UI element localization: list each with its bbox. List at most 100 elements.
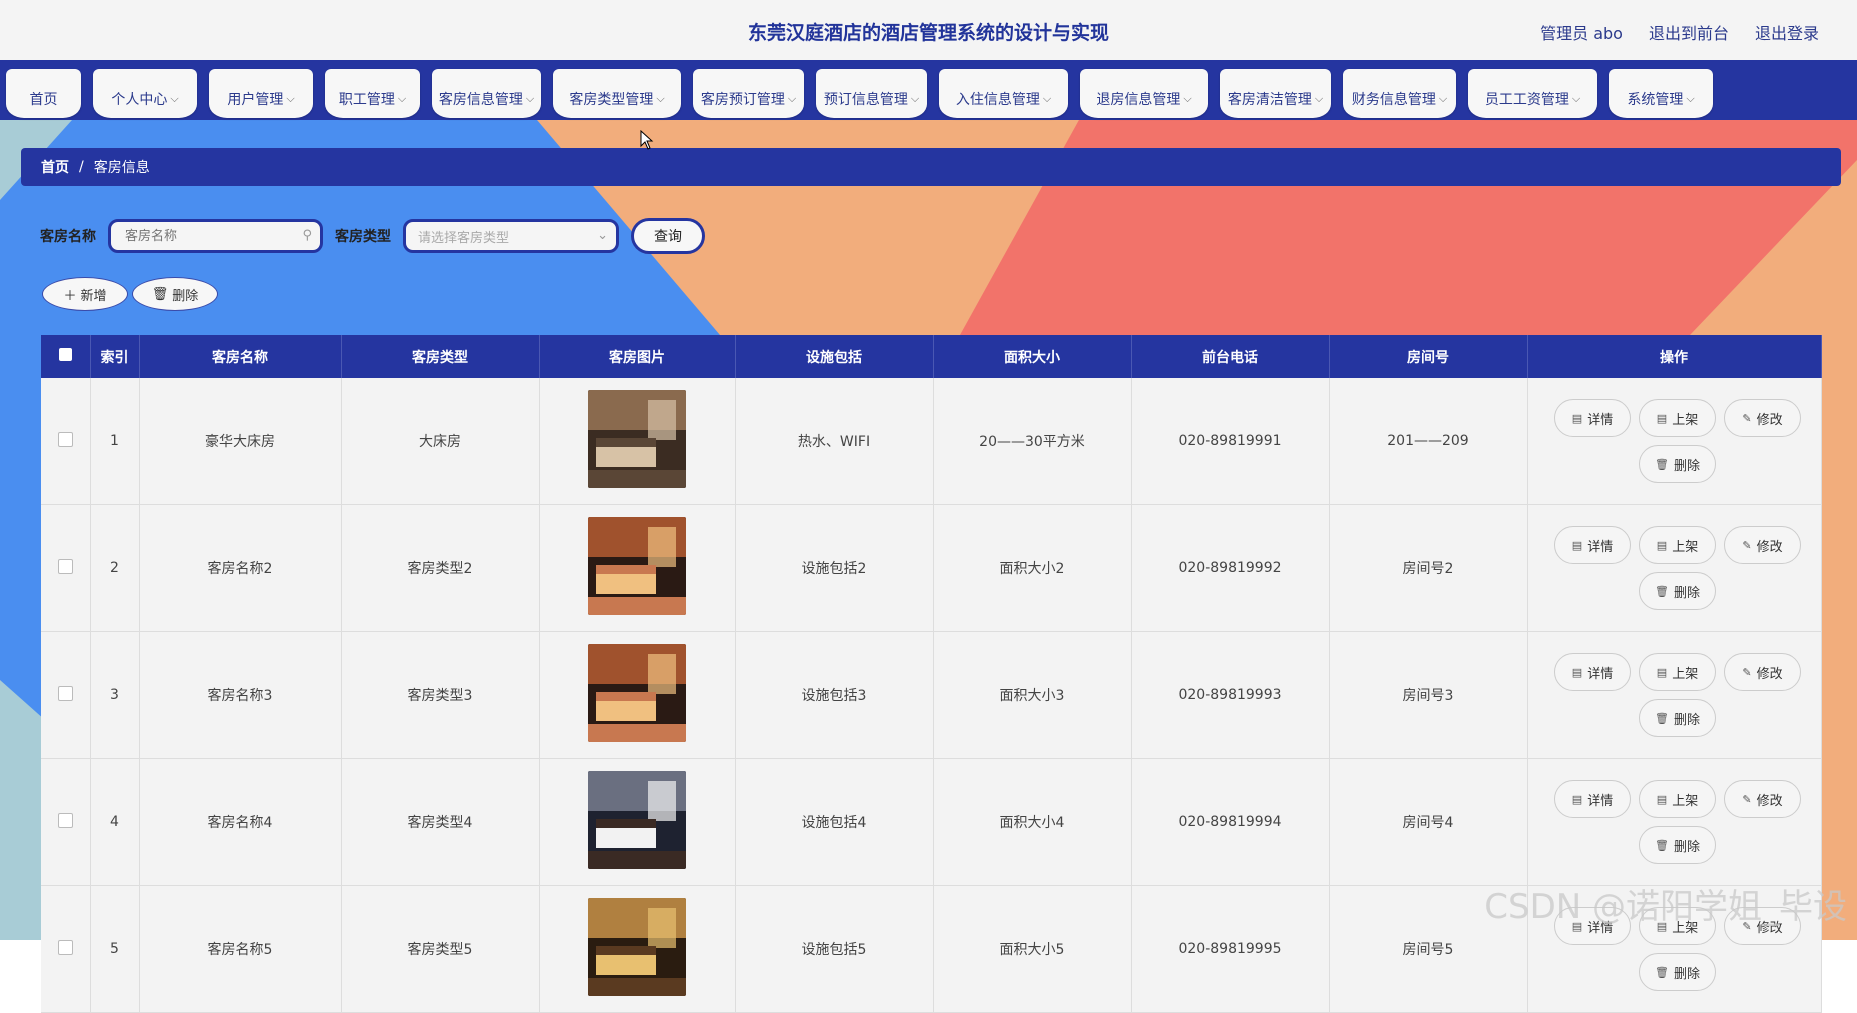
detail-label: 详情: [1587, 412, 1614, 428]
room-name-cell: 客房名称3: [139, 631, 342, 759]
breadcrumb-home[interactable]: 首页: [41, 157, 69, 177]
room-type-select[interactable]: 请选择客房类型 ⌄: [403, 219, 619, 253]
room-photo[interactable]: [588, 517, 686, 615]
delete-button[interactable]: 🗑 删除: [1639, 445, 1716, 483]
chevron-down-icon: ⌵: [1314, 91, 1324, 105]
column-header: 前台电话: [1131, 335, 1330, 378]
delete-button[interactable]: 🗑 删除: [1639, 699, 1716, 737]
table-row: 1 豪华大床房 大床房 热水、WIFI 20——30平方米 020-89819991 201…: [41, 378, 1822, 505]
facilities-cell: 设施包括4: [735, 758, 934, 886]
operations-cell: ▤ 详情 ▤ 上架 ✎ 修改 🗑 删除: [1527, 504, 1822, 632]
operations-cell: ▤ 详情 ▤ 上架 ✎ 修改 🗑 删除: [1527, 631, 1822, 759]
nav-tab[interactable]: 员工工资管理 ⌵: [1468, 69, 1597, 118]
nav-tab[interactable]: 退房信息管理 ⌵: [1080, 69, 1208, 118]
document-icon: ▤: [1656, 411, 1668, 425]
nav-tab-label: 客房清洁管理: [1227, 91, 1312, 108]
search-bar: 客房名称 ⚲ 客房类型 请选择客房类型 ⌄ 查询: [40, 217, 705, 255]
publish-button[interactable]: ▤ 上架: [1639, 780, 1716, 818]
detail-button[interactable]: ▤ 详情: [1554, 526, 1631, 564]
phone-cell: 020-89819992: [1131, 504, 1330, 632]
facilities-cell: 设施包括3: [735, 631, 934, 759]
delete-button[interactable]: 🗑 删除: [1639, 572, 1716, 610]
row-checkbox[interactable]: [57, 558, 73, 574]
area-cell: 面积大小3: [933, 631, 1132, 759]
nav-tab[interactable]: 系统管理 ⌵: [1609, 69, 1713, 118]
room-image-cell: [539, 631, 736, 759]
room-number-cell: 房间号3: [1329, 631, 1528, 759]
nav-tab[interactable]: 预订信息管理 ⌵: [816, 69, 927, 118]
room-photo[interactable]: [588, 644, 686, 742]
room-type-cell: 客房类型4: [341, 758, 540, 886]
chevron-down-icon: ⌵: [656, 91, 665, 105]
nav-tab-label: 退房信息管理: [1096, 91, 1181, 108]
logout-link[interactable]: 退出登录: [1755, 20, 1819, 44]
room-image-cell: [539, 378, 736, 505]
detail-button[interactable]: ▤ 详情: [1554, 780, 1631, 818]
document-icon: ▤: [1571, 538, 1583, 552]
edit-button[interactable]: ✎ 修改: [1724, 399, 1801, 437]
query-button[interactable]: 查询: [631, 218, 705, 254]
exit-to-frontend-link[interactable]: 退出到前台: [1649, 20, 1729, 44]
detail-button[interactable]: ▤ 详情: [1554, 653, 1631, 691]
nav-tab-label: 职工管理: [338, 91, 395, 108]
nav-tab[interactable]: 客房类型管理 ⌵: [553, 69, 681, 118]
row-checkbox[interactable]: [57, 939, 73, 955]
room-type-label: 客房类型: [335, 229, 391, 245]
delete-button[interactable]: 🗑 删除: [1639, 953, 1716, 991]
room-name-label: 客房名称: [40, 229, 96, 245]
nav-tab[interactable]: 客房清洁管理 ⌵: [1220, 69, 1331, 118]
nav-tab[interactable]: 入住信息管理 ⌵: [939, 69, 1068, 118]
edit-label: 修改: [1756, 412, 1783, 428]
area-cell: 面积大小4: [933, 758, 1132, 886]
nav-tab[interactable]: 个人中心 ⌵: [93, 69, 197, 118]
admin-user-link[interactable]: 管理员 abo: [1540, 20, 1623, 44]
pencil-icon: ✎: [1742, 665, 1752, 679]
mouse-cursor-icon: [640, 130, 654, 150]
trash-icon: 🗑: [151, 286, 169, 302]
select-all-checkbox[interactable]: [58, 348, 72, 361]
room-photo[interactable]: [588, 771, 686, 869]
publish-button[interactable]: ▤ 上架: [1639, 653, 1716, 691]
trash-icon: 🗑: [1655, 838, 1669, 852]
nav-tab[interactable]: 首页: [6, 69, 81, 118]
delete-button[interactable]: 🗑 删除: [1639, 826, 1716, 864]
add-button[interactable]: ＋ 新增: [42, 277, 128, 311]
row-checkbox[interactable]: [57, 812, 73, 828]
edit-button[interactable]: ✎ 修改: [1724, 780, 1801, 818]
row-checkbox[interactable]: [57, 431, 73, 447]
row-select-cell: [41, 631, 91, 759]
room-photo[interactable]: [588, 390, 686, 488]
breadcrumb-current: 客房信息: [93, 160, 150, 176]
batch-delete-button[interactable]: 🗑 删除: [132, 277, 218, 311]
table-header-row: 索引 客房名称 客房类型 客房图片 设施包括 面积大小 前台电话 房间号 操作: [41, 335, 1822, 378]
room-image-cell: [539, 504, 736, 632]
chevron-down-icon: ⌵: [170, 91, 179, 105]
nav-tab[interactable]: 职工管理 ⌵: [325, 69, 420, 118]
detail-button[interactable]: ▤ 详情: [1554, 399, 1631, 437]
table-row: 3 客房名称3 客房类型3 设施包括3 面积大小3 020-89819993 房间号3 ▤ 详情…: [41, 631, 1822, 759]
chevron-down-icon: ⌵: [1571, 91, 1581, 105]
document-icon: ▤: [1656, 538, 1668, 552]
edit-label: 修改: [1756, 793, 1783, 809]
edit-button[interactable]: ✎ 修改: [1724, 653, 1801, 691]
room-name-input[interactable]: [123, 227, 308, 245]
add-button-label: 新增: [80, 288, 107, 304]
publish-button[interactable]: ▤ 上架: [1639, 526, 1716, 564]
table-row: 4 客房名称4 客房类型4 设施包括4 面积大小4 020-89819994 房间号4 ▤ 详情…: [41, 758, 1822, 886]
row-checkbox[interactable]: [57, 685, 73, 701]
nav-tab[interactable]: 财务信息管理 ⌵: [1343, 69, 1456, 118]
edit-button[interactable]: ✎ 修改: [1724, 526, 1801, 564]
chevron-down-icon: ⌵: [910, 91, 920, 105]
nav-tab-label: 预订信息管理: [823, 91, 908, 108]
publish-button[interactable]: ▤ 上架: [1639, 399, 1716, 437]
room-image-cell: [539, 885, 736, 1013]
nav-tab[interactable]: 客房信息管理 ⌵: [432, 69, 541, 118]
nav-tab[interactable]: 用户管理 ⌵: [209, 69, 313, 118]
room-photo[interactable]: [588, 898, 686, 996]
nav-tab[interactable]: 客房预订管理 ⌵: [693, 69, 804, 118]
column-header: 客房图片: [539, 335, 736, 378]
table-row: 2 客房名称2 客房类型2 设施包括2 面积大小2 020-89819992 房间号2 ▤ 详情…: [41, 504, 1822, 632]
edit-label: 修改: [1756, 666, 1783, 682]
index-cell: 1: [90, 378, 140, 505]
room-number-cell: 201——209: [1329, 378, 1528, 505]
